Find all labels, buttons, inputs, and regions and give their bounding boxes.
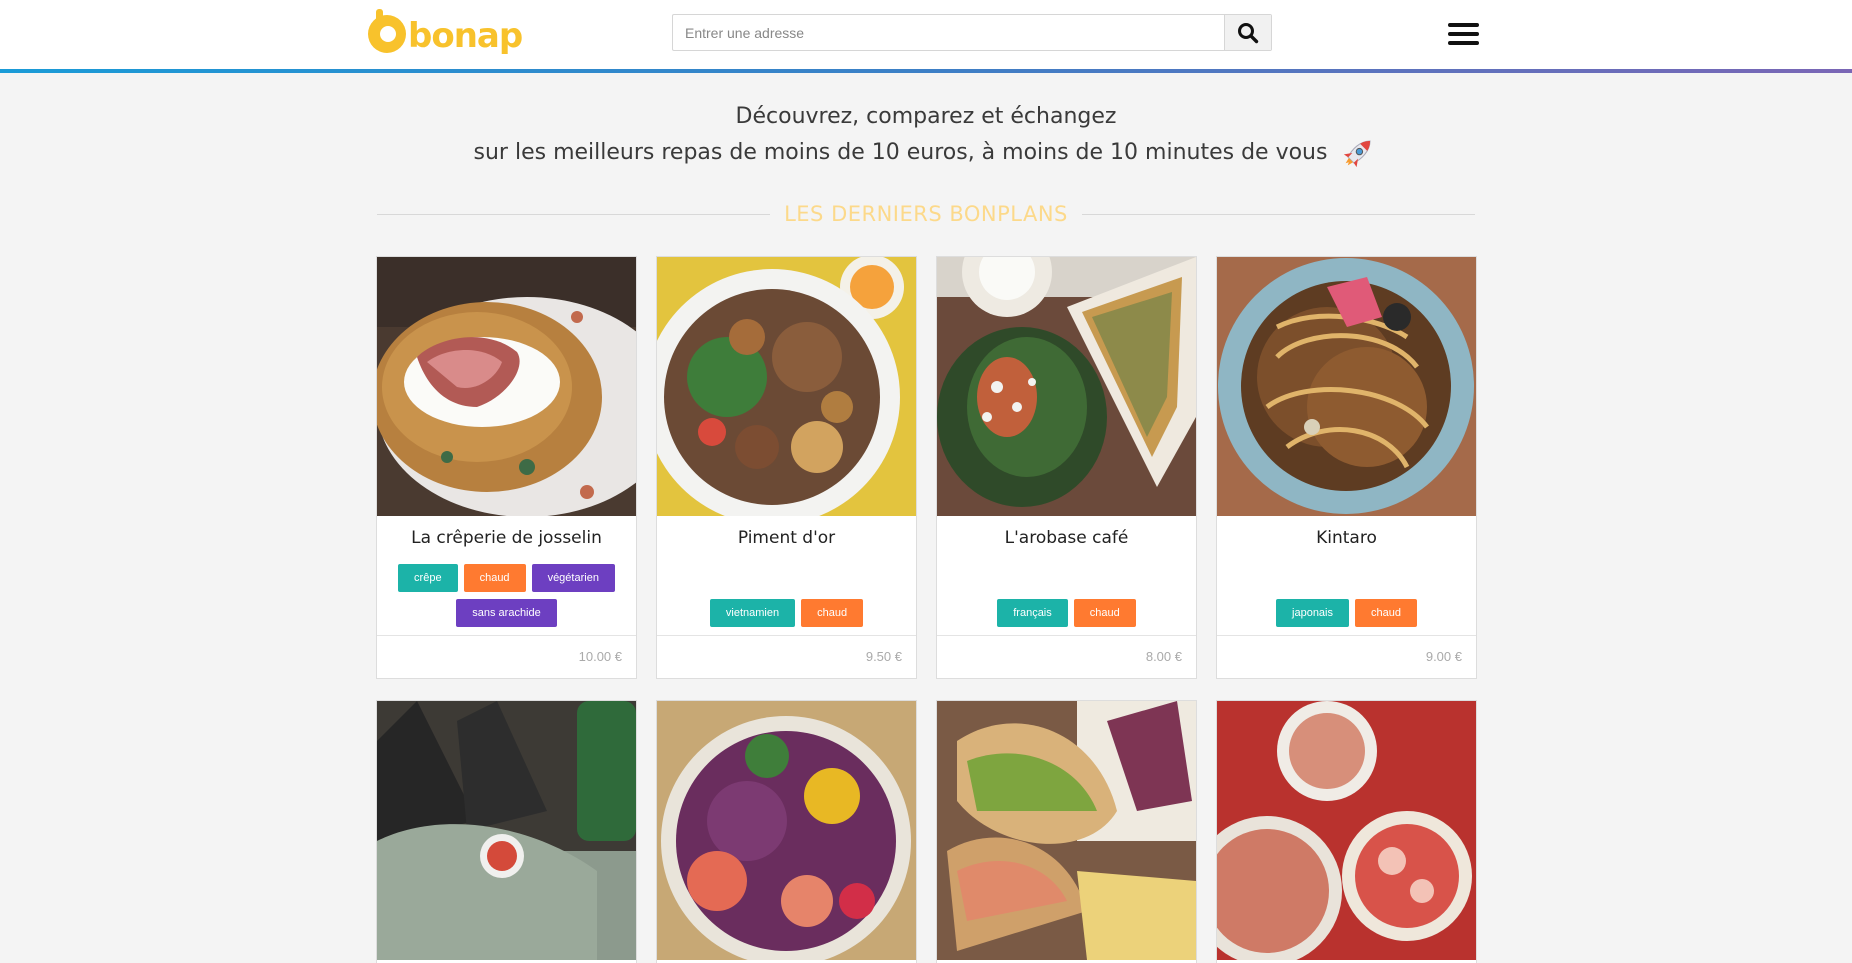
header-gradient-bar xyxy=(0,69,1852,73)
deal-photo[interactable] xyxy=(377,701,636,960)
tag-badge[interactable]: japonais xyxy=(1276,599,1349,627)
tag-badge[interactable]: vietnamien xyxy=(709,599,796,627)
card-footer: 10.00 € xyxy=(377,635,636,679)
menu-icon[interactable] xyxy=(1448,23,1479,45)
restaurant-name[interactable]: La crêperie de josselin xyxy=(377,528,636,550)
deal-card[interactable] xyxy=(1216,700,1477,963)
search-button[interactable] xyxy=(1224,15,1271,50)
tag-badge[interactable]: végétarien xyxy=(531,564,615,592)
deal-card[interactable]: Kintaro japonais chaud 9.00 € xyxy=(1216,256,1477,679)
tag-badge[interactable]: chaud xyxy=(1073,599,1136,627)
restaurant-name[interactable]: L'arobase café xyxy=(937,528,1196,550)
tag-list: français chaud xyxy=(937,599,1196,627)
restaurant-name[interactable]: Piment d'or xyxy=(657,528,916,550)
tag-list: crêpe chaud végétarien sans arachide xyxy=(377,564,636,627)
deal-photo[interactable] xyxy=(377,257,636,516)
restaurant-name[interactable]: Kintaro xyxy=(1217,528,1476,550)
price: 10.00 € xyxy=(578,649,622,664)
tag-list: vietnamien chaud xyxy=(657,599,916,627)
deal-card[interactable]: L'arobase café français chaud 8.00 € xyxy=(936,256,1197,679)
card-footer: 8.00 € xyxy=(937,635,1196,679)
section-header: LES DERNIERS BONPLANS xyxy=(377,199,1475,229)
bonap-logo[interactable]: bonap xyxy=(368,9,523,56)
deal-photo[interactable] xyxy=(657,257,916,516)
deal-card[interactable]: La crêperie de josselin crêpe chaud végé… xyxy=(376,256,637,679)
deal-photo[interactable] xyxy=(1217,701,1476,960)
deal-photo[interactable] xyxy=(657,701,916,960)
tag-badge[interactable]: chaud xyxy=(1355,599,1417,627)
tagline-line-2-text: sur les meilleurs repas de moins de 10 e… xyxy=(473,140,1328,165)
tag-badge[interactable]: sans arachide xyxy=(456,599,557,627)
tagline-line-2: sur les meilleurs repas de moins de 10 e… xyxy=(0,133,1852,173)
deal-photo[interactable] xyxy=(937,257,1196,516)
tag-badge[interactable]: chaud xyxy=(463,564,526,592)
divider-left xyxy=(377,213,771,215)
site-header: bonap xyxy=(0,0,1852,69)
divider-right xyxy=(1081,213,1475,215)
tagline: Découvrez, comparez et échangez sur les … xyxy=(0,100,1852,173)
price: 9.50 € xyxy=(865,649,902,664)
price: 8.00 € xyxy=(1145,649,1182,664)
deal-card[interactable] xyxy=(656,700,917,963)
deal-photo[interactable] xyxy=(1217,257,1476,516)
rocket-icon xyxy=(1344,140,1371,168)
logo-mark xyxy=(368,9,406,53)
deal-card[interactable] xyxy=(376,700,637,963)
tag-list: japonais chaud xyxy=(1217,599,1476,627)
tag-badge[interactable]: crêpe xyxy=(398,564,458,592)
address-input[interactable] xyxy=(673,15,1224,50)
tagline-line-1: Découvrez, comparez et échangez xyxy=(735,104,1117,129)
search-icon xyxy=(1238,22,1259,43)
address-search xyxy=(672,14,1272,51)
logo-text: bonap xyxy=(408,16,523,56)
deal-card[interactable] xyxy=(936,700,1197,963)
card-footer: 9.00 € xyxy=(1217,635,1476,679)
tag-badge[interactable]: français xyxy=(997,599,1068,627)
tag-badge[interactable]: chaud xyxy=(801,599,864,627)
deal-photo[interactable] xyxy=(937,701,1196,960)
card-footer: 9.50 € xyxy=(657,635,916,679)
section-title: LES DERNIERS BONPLANS xyxy=(784,202,1068,226)
price: 9.00 € xyxy=(1425,649,1462,664)
deal-card[interactable]: Piment d'or vietnamien chaud 9.50 € xyxy=(656,256,917,679)
